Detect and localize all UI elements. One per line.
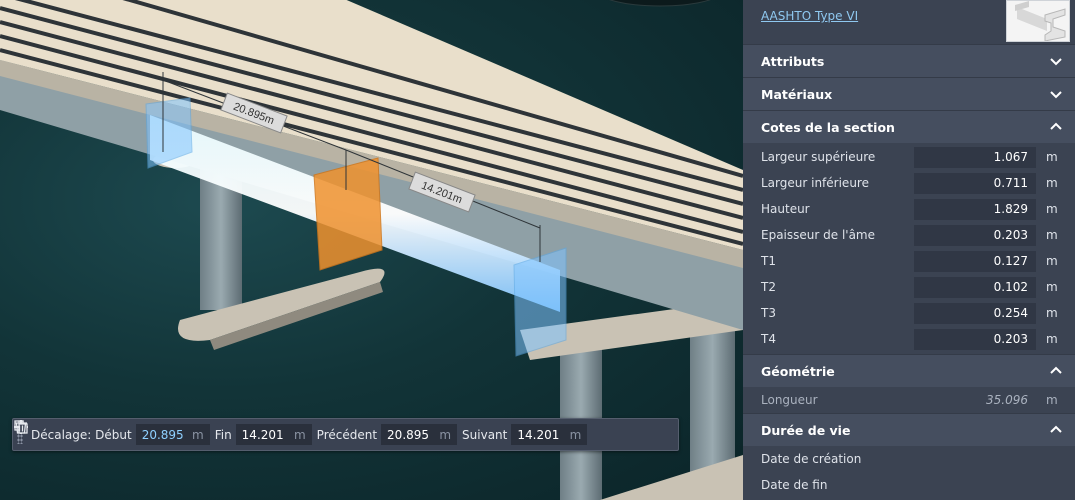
prop-row-date-creation: Date de création (761, 452, 862, 466)
chevron-up-icon (1050, 366, 1062, 374)
largeur-superieure-input[interactable]: 1.067 (914, 146, 1036, 168)
prop-row-longueur: Longueur 35.096 m (761, 393, 1058, 407)
previous-label: Précédent (316, 427, 378, 442)
t2-input[interactable]: 0.102 (914, 276, 1036, 298)
end-marker[interactable] (513, 247, 567, 357)
start-offset-input[interactable]: 20.895 m (135, 424, 210, 445)
trash-icon[interactable] (15, 420, 670, 447)
t4-input[interactable]: 0.203 (914, 328, 1036, 350)
longueur-value: 35.096 (986, 393, 1028, 407)
prop-row: T3 0.254 m (743, 300, 1075, 326)
3d-viewport[interactable]: 20.895m 14.201m Décalage: Début 20.895 m … (0, 0, 743, 500)
epaisseur-ame-input[interactable]: 0.203 (914, 224, 1036, 246)
section-materiaux[interactable]: Matériaux (743, 77, 1075, 110)
next-label: Suivant (462, 427, 508, 442)
chevron-up-icon (1050, 425, 1062, 433)
prop-row: Largeur supérieure 1.067 m (743, 144, 1075, 170)
distant-object (609, 0, 711, 7)
type-row: AASHTO Type VI (743, 0, 1075, 44)
next-input[interactable]: 14.201 m (511, 424, 588, 445)
plus-icon[interactable] (14, 420, 618, 447)
cotes-list: Largeur supérieure 1.067 m Largeur infér… (743, 143, 1075, 352)
largeur-inferieure-input[interactable]: 0.711 (914, 172, 1036, 194)
prop-row: Largeur inférieure 0.711 m (743, 170, 1075, 196)
chevron-up-icon (1050, 122, 1062, 130)
offset-toolbar: Décalage: Début 20.895 m Fin 14.201 m Préc… (12, 418, 679, 451)
end-offset-input[interactable]: 14.201 m (235, 424, 312, 445)
girder-thumbnail-icon (1006, 0, 1070, 42)
active-marker[interactable] (313, 157, 383, 271)
prop-row-date-fin: Date de fin (761, 478, 828, 492)
chevron-down-icon (1050, 91, 1062, 99)
type-link[interactable]: AASHTO Type VI (761, 9, 858, 23)
prop-row: T2 0.102 m (743, 274, 1075, 300)
t1-input[interactable]: 0.127 (914, 250, 1036, 272)
end-label: Fin (214, 427, 232, 442)
prop-row: Epaisseur de l'âme 0.203 m (743, 222, 1075, 248)
section-attributs[interactable]: Attributs (743, 44, 1075, 77)
section-geometrie[interactable]: Géométrie (743, 354, 1075, 387)
hauteur-input[interactable]: 1.829 (914, 198, 1036, 220)
prop-row: Hauteur 1.829 m (743, 196, 1075, 222)
properties-panel: AASHTO Type VI Attributs Matériaux Cotes… (743, 0, 1075, 500)
prop-row: T4 0.203 m (743, 326, 1075, 352)
offset-label: Décalage: Début (31, 427, 132, 442)
copy-icon[interactable] (14, 420, 644, 447)
previous-input[interactable]: 20.895 m (381, 424, 458, 445)
prop-row: T1 0.127 m (743, 248, 1075, 274)
section-cotes[interactable]: Cotes de la section (743, 110, 1075, 143)
chevron-down-icon (1050, 58, 1062, 66)
t3-input[interactable]: 0.254 (914, 302, 1036, 324)
section-duree[interactable]: Durée de vie (743, 413, 1075, 446)
